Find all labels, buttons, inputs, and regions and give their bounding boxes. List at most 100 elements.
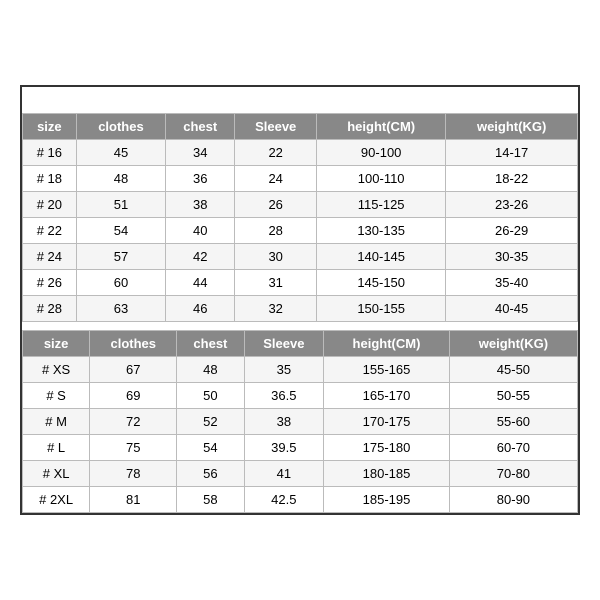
table-cell: 31 xyxy=(235,270,317,296)
table-cell: 165-170 xyxy=(324,383,450,409)
table-cell: # S xyxy=(23,383,90,409)
table-cell: 26-29 xyxy=(446,218,578,244)
table-cell: # L xyxy=(23,435,90,461)
table-cell: 75 xyxy=(90,435,177,461)
table-cell: 36 xyxy=(166,166,235,192)
table-cell: 115-125 xyxy=(317,192,446,218)
table-cell: 40 xyxy=(166,218,235,244)
table-cell: 145-150 xyxy=(317,270,446,296)
table-cell: 24 xyxy=(235,166,317,192)
table-cell: 22 xyxy=(235,140,317,166)
table-row: # 28634632150-15540-45 xyxy=(23,296,578,322)
table-cell: 55-60 xyxy=(449,409,577,435)
table-cell: 30-35 xyxy=(446,244,578,270)
table-cell: 130-135 xyxy=(317,218,446,244)
table-row: # 18483624100-11018-22 xyxy=(23,166,578,192)
table-cell: 35 xyxy=(244,357,324,383)
table-cell: 78 xyxy=(90,461,177,487)
table-cell: # 16 xyxy=(23,140,77,166)
table-cell: # 2XL xyxy=(23,487,90,513)
table1-header: sizeclotheschestSleeveheight(CM)weight(K… xyxy=(23,114,578,140)
table1-body: # 1645342290-10014-17# 18483624100-11018… xyxy=(23,140,578,322)
table2-wrapper: sizeclotheschestSleeveheight(CM)weight(K… xyxy=(22,330,578,513)
table-cell: 26 xyxy=(235,192,317,218)
size-chart-container: sizeclotheschestSleeveheight(CM)weight(K… xyxy=(20,85,580,515)
table-cell: 48 xyxy=(177,357,244,383)
table-cell: # M xyxy=(23,409,90,435)
table-cell: # 20 xyxy=(23,192,77,218)
col-header: chest xyxy=(166,114,235,140)
table-cell: 42 xyxy=(166,244,235,270)
table-row: # XS674835155-16545-50 xyxy=(23,357,578,383)
chart-title xyxy=(22,87,578,113)
table2-header: sizeclotheschestSleeveheight(CM)weight(K… xyxy=(23,331,578,357)
table-cell: 36.5 xyxy=(244,383,324,409)
table-cell: # 28 xyxy=(23,296,77,322)
table-cell: 46 xyxy=(166,296,235,322)
table1-wrapper: sizeclotheschestSleeveheight(CM)weight(K… xyxy=(22,113,578,322)
table-cell: 50 xyxy=(177,383,244,409)
table-row: # 2XL815842.5185-19580-90 xyxy=(23,487,578,513)
col-header: Sleeve xyxy=(244,331,324,357)
table-cell: 50-55 xyxy=(449,383,577,409)
table-row: # 22544028130-13526-29 xyxy=(23,218,578,244)
header-row-2: sizeclotheschestSleeveheight(CM)weight(K… xyxy=(23,331,578,357)
table-row: # 20513826115-12523-26 xyxy=(23,192,578,218)
col-header: chest xyxy=(177,331,244,357)
col-header: height(CM) xyxy=(324,331,450,357)
table-cell: # 26 xyxy=(23,270,77,296)
table-cell: 140-145 xyxy=(317,244,446,270)
table-cell: 44 xyxy=(166,270,235,296)
table-cell: 51 xyxy=(76,192,166,218)
table-row: # M725238170-17555-60 xyxy=(23,409,578,435)
table-cell: 32 xyxy=(235,296,317,322)
table-row: # 24574230140-14530-35 xyxy=(23,244,578,270)
table-cell: 180-185 xyxy=(324,461,450,487)
table-cell: 72 xyxy=(90,409,177,435)
table-cell: 54 xyxy=(76,218,166,244)
col-header: height(CM) xyxy=(317,114,446,140)
table2: sizeclotheschestSleeveheight(CM)weight(K… xyxy=(22,330,578,513)
table-row: # 1645342290-10014-17 xyxy=(23,140,578,166)
table-cell: # 22 xyxy=(23,218,77,244)
table-cell: 42.5 xyxy=(244,487,324,513)
table-cell: 60 xyxy=(76,270,166,296)
header-row: sizeclotheschestSleeveheight(CM)weight(K… xyxy=(23,114,578,140)
table-cell: 40-45 xyxy=(446,296,578,322)
table-cell: 45 xyxy=(76,140,166,166)
col-header: weight(KG) xyxy=(449,331,577,357)
table-cell: 48 xyxy=(76,166,166,192)
table-row: # XL785641180-18570-80 xyxy=(23,461,578,487)
table-cell: 30 xyxy=(235,244,317,270)
table-cell: 35-40 xyxy=(446,270,578,296)
table-cell: 14-17 xyxy=(446,140,578,166)
table-cell: 57 xyxy=(76,244,166,270)
col-header: size xyxy=(23,114,77,140)
table-cell: # XS xyxy=(23,357,90,383)
table-cell: 175-180 xyxy=(324,435,450,461)
table-cell: 39.5 xyxy=(244,435,324,461)
table-row: # 26604431145-15035-40 xyxy=(23,270,578,296)
col-header: clothes xyxy=(90,331,177,357)
table-cell: 155-165 xyxy=(324,357,450,383)
table1: sizeclotheschestSleeveheight(CM)weight(K… xyxy=(22,113,578,322)
table-cell: 100-110 xyxy=(317,166,446,192)
table-cell: 52 xyxy=(177,409,244,435)
table-cell: 70-80 xyxy=(449,461,577,487)
table-cell: 80-90 xyxy=(449,487,577,513)
col-header: size xyxy=(23,331,90,357)
table-cell: # XL xyxy=(23,461,90,487)
table-cell: 18-22 xyxy=(446,166,578,192)
table-cell: # 24 xyxy=(23,244,77,270)
table-row: # L755439.5175-18060-70 xyxy=(23,435,578,461)
table-cell: 38 xyxy=(166,192,235,218)
table-cell: 56 xyxy=(177,461,244,487)
table-cell: 45-50 xyxy=(449,357,577,383)
table-cell: 54 xyxy=(177,435,244,461)
table-cell: # 18 xyxy=(23,166,77,192)
table-cell: 185-195 xyxy=(324,487,450,513)
table-cell: 58 xyxy=(177,487,244,513)
table-cell: 90-100 xyxy=(317,140,446,166)
table-cell: 38 xyxy=(244,409,324,435)
col-header: weight(KG) xyxy=(446,114,578,140)
